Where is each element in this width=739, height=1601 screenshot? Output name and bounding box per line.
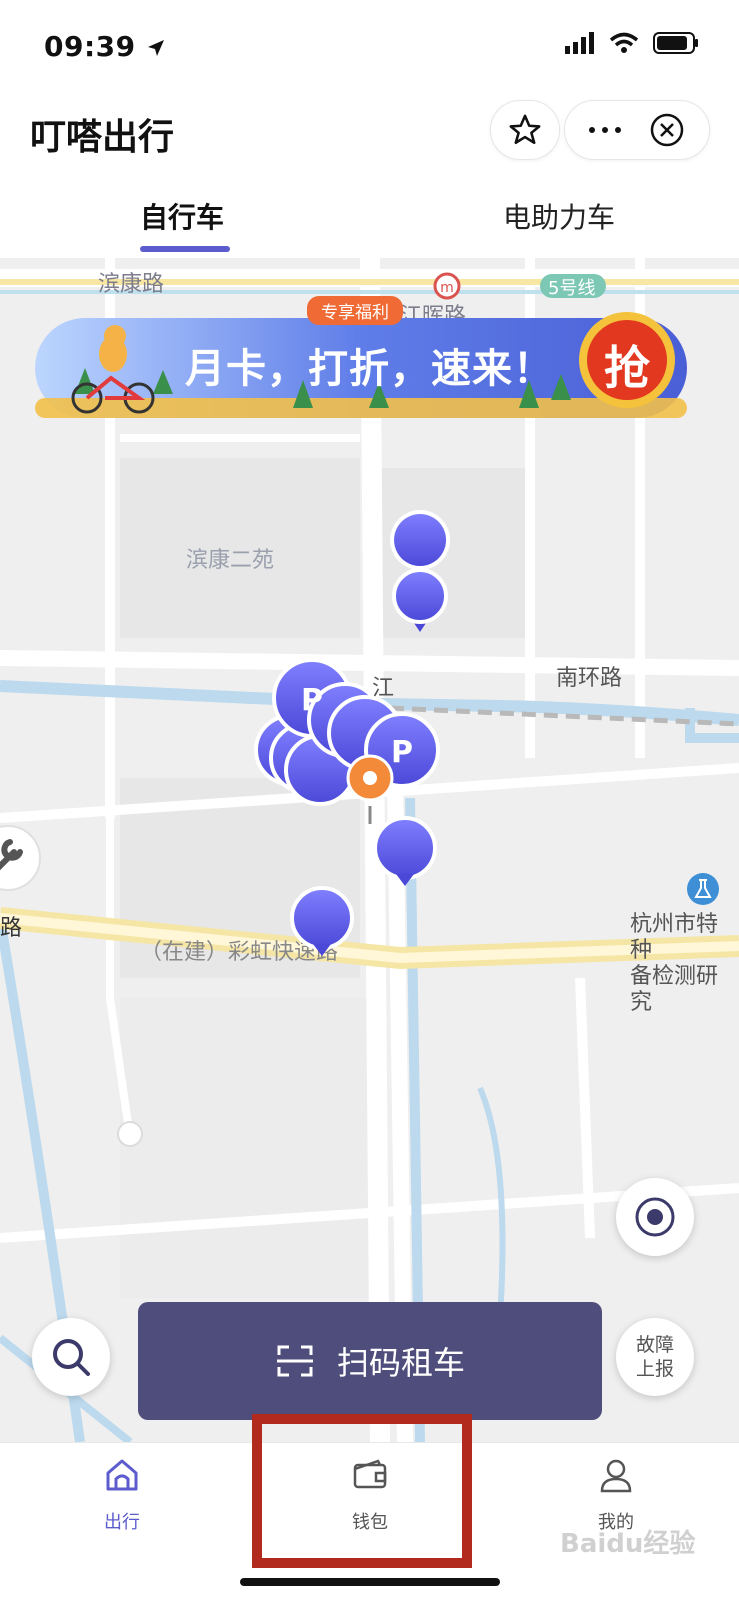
banner-cta[interactable]: 抢 [601, 332, 653, 398]
bike-marker[interactable] [390, 510, 451, 632]
fault-report-label-1: 故障 [635, 1334, 674, 1356]
nav-item-travel[interactable]: 出行 [62, 1457, 182, 1534]
tab-bicycle[interactable]: 自行车 [140, 196, 224, 236]
repair-marker[interactable] [0, 825, 41, 891]
svg-text:P: P [391, 735, 413, 770]
nav-label-travel: 出行 [104, 1512, 140, 1533]
home-indicator [240, 1578, 500, 1586]
fault-report-label-2: 上报 [635, 1358, 674, 1380]
capsule-menu [564, 100, 710, 160]
bike-marker[interactable] [290, 886, 354, 956]
markers-layer: P P [0, 510, 451, 956]
bike-marker[interactable] [373, 816, 437, 886]
fault-report-button[interactable]: 故障 上报 [616, 1318, 694, 1396]
scan-rent-label: 扫码租车 [336, 1344, 465, 1382]
tab-ebike[interactable]: 电助力车 [503, 196, 615, 236]
watermark: Baidu经验 [560, 1529, 696, 1559]
locate-button[interactable] [616, 1178, 694, 1256]
annotation-highlight-box [252, 1414, 472, 1568]
banner-text: 月卡，打折，速来！ [185, 346, 554, 392]
cellular-signal-icon [565, 32, 594, 54]
scan-rent-button[interactable]: 扫码租车 [138, 1302, 602, 1420]
battery-icon [653, 32, 698, 54]
svg-text:P: P [301, 683, 323, 718]
favorite-button[interactable] [490, 100, 560, 160]
more-icon[interactable] [589, 127, 621, 133]
star-icon [509, 114, 541, 145]
app-title: 叮嗒出行 [30, 117, 175, 158]
tab-active-indicator [140, 246, 230, 252]
status-time: 09:39 [44, 30, 166, 63]
wifi-icon [609, 32, 639, 53]
location-arrow-icon [147, 40, 164, 56]
banner-tag: 专享福利 [307, 296, 403, 325]
scan-icon [276, 1345, 313, 1377]
map-view[interactable]: m 滨康路 5号线 江晖路 滨康二苑 南环路 江 （在建）彩虹快速路 路 杭州市… [0, 258, 739, 1442]
current-location-pin-icon [346, 754, 394, 824]
target-icon [635, 1197, 675, 1237]
status-icons [565, 32, 699, 54]
home-icon [106, 1459, 138, 1491]
promo-banner[interactable]: 专享福利 月卡，打折，速来！ 抢 [35, 296, 703, 426]
search-button[interactable] [32, 1318, 110, 1396]
search-icon [53, 1339, 90, 1376]
close-icon[interactable] [649, 112, 685, 148]
user-icon [600, 1459, 632, 1493]
